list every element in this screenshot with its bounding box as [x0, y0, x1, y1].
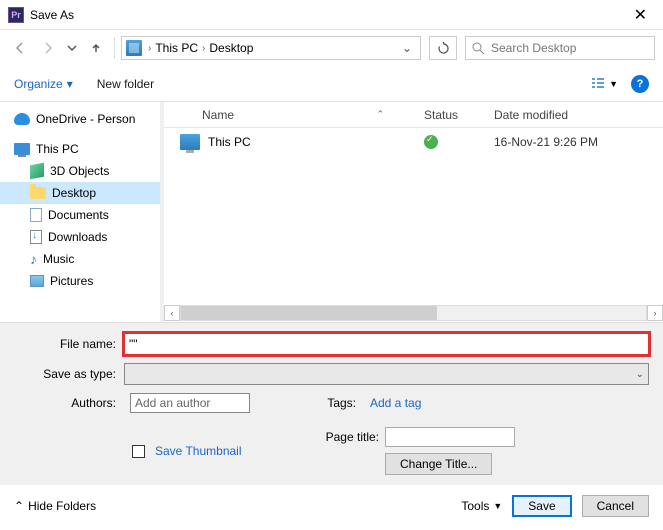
chevron-up-icon: ⌃ — [14, 499, 24, 513]
cloud-icon — [14, 113, 30, 125]
file-name-label: File name: — [14, 337, 124, 351]
status-ok-icon — [424, 135, 438, 149]
file-name-input[interactable] — [124, 333, 649, 355]
folder-icon — [30, 187, 46, 199]
column-status[interactable]: Status — [424, 108, 494, 122]
chevron-down-icon[interactable]: ⌄ — [398, 41, 416, 55]
save-thumbnail-label: Save Thumbnail — [155, 444, 242, 458]
cube-icon — [30, 163, 44, 179]
chevron-down-icon: ▼ — [609, 79, 618, 89]
app-icon: Pr — [8, 7, 24, 23]
column-name[interactable]: Name⌃ — [174, 108, 424, 122]
tree-item-onedrive[interactable]: OneDrive - Person — [0, 108, 160, 130]
sort-asc-icon: ⌃ — [376, 109, 384, 120]
download-icon — [30, 230, 42, 244]
hide-folders-button[interactable]: ⌃Hide Folders — [14, 499, 96, 513]
divider — [114, 37, 115, 59]
toolbar: Organize▾ New folder ▼ ? — [0, 66, 663, 102]
save-type-select[interactable]: ⌄ — [124, 363, 649, 385]
change-title-button[interactable]: Change Title... — [385, 453, 492, 475]
list-header: Name⌃ Status Date modified — [164, 102, 663, 128]
scroll-right-icon[interactable]: › — [647, 305, 663, 321]
recent-chevron-icon[interactable] — [64, 36, 80, 60]
refresh-button[interactable] — [429, 36, 457, 60]
chevron-right-icon: › — [200, 43, 207, 54]
file-listing: Name⌃ Status Date modified This PC 16-No… — [164, 102, 663, 322]
search-icon — [472, 42, 485, 55]
cancel-button[interactable]: Cancel — [582, 495, 649, 517]
tree-item-pictures[interactable]: Pictures — [0, 270, 160, 292]
search-placeholder: Search Desktop — [491, 41, 576, 55]
close-icon[interactable]: ✕ — [626, 5, 655, 25]
save-form: File name: Save as type: ⌄ Authors: Tags… — [0, 322, 663, 485]
page-title-label: Page title: — [314, 430, 379, 444]
tree-item-desktop[interactable]: Desktop — [0, 182, 160, 204]
list-view-icon — [591, 77, 605, 91]
chevron-down-icon: ▾ — [67, 77, 73, 91]
pc-icon — [180, 134, 200, 150]
tree-item-downloads[interactable]: Downloads — [0, 226, 160, 248]
authors-input[interactable] — [130, 393, 250, 413]
column-date[interactable]: Date modified — [494, 108, 653, 122]
breadcrumb-item[interactable]: This PC — [155, 41, 198, 55]
document-icon — [30, 208, 42, 222]
add-tag-link[interactable]: Add a tag — [370, 396, 421, 410]
pc-icon — [126, 40, 142, 56]
chevron-down-icon: ▼ — [493, 501, 502, 511]
pc-icon — [14, 143, 30, 155]
dialog-footer: ⌃Hide Folders Tools▼ Save Cancel — [0, 485, 663, 527]
tree-item-documents[interactable]: Documents — [0, 204, 160, 226]
save-thumbnail-checkbox[interactable] — [132, 445, 145, 458]
picture-icon — [30, 275, 44, 287]
tools-menu[interactable]: Tools▼ — [461, 499, 502, 513]
breadcrumb-item[interactable]: Desktop — [209, 41, 253, 55]
scroll-left-icon[interactable]: ‹ — [164, 305, 180, 321]
page-title-input[interactable] — [385, 427, 515, 447]
horizontal-scrollbar[interactable]: ‹ › — [164, 304, 663, 322]
title-bar: Pr Save As ✕ — [0, 0, 663, 30]
breadcrumb[interactable]: › This PC › Desktop ⌄ — [121, 36, 421, 60]
save-button[interactable]: Save — [512, 495, 571, 517]
tree-item-3dobjects[interactable]: 3D Objects — [0, 160, 160, 182]
back-icon[interactable] — [8, 36, 32, 60]
new-folder-button[interactable]: New folder — [97, 77, 154, 91]
nav-bar: › This PC › Desktop ⌄ Search Desktop — [0, 30, 663, 66]
chevron-right-icon: › — [146, 43, 153, 54]
search-input[interactable]: Search Desktop — [465, 36, 655, 60]
tree-item-thispc[interactable]: This PC — [0, 138, 160, 160]
authors-label: Authors: — [14, 396, 124, 410]
list-item[interactable]: This PC 16-Nov-21 9:26 PM — [164, 128, 663, 156]
save-type-label: Save as type: — [14, 367, 124, 381]
tags-label: Tags: — [314, 396, 364, 410]
tree-item-music[interactable]: ♪Music — [0, 248, 160, 270]
view-options-button[interactable]: ▼ — [586, 74, 623, 94]
help-icon[interactable]: ? — [631, 75, 649, 93]
folder-tree: OneDrive - Person This PC 3D Objects Des… — [0, 102, 160, 322]
organize-menu[interactable]: Organize▾ — [14, 77, 73, 91]
window-title: Save As — [30, 8, 626, 22]
forward-icon[interactable] — [36, 36, 60, 60]
music-icon: ♪ — [30, 251, 37, 267]
chevron-down-icon: ⌄ — [636, 369, 644, 380]
up-icon[interactable] — [84, 36, 108, 60]
